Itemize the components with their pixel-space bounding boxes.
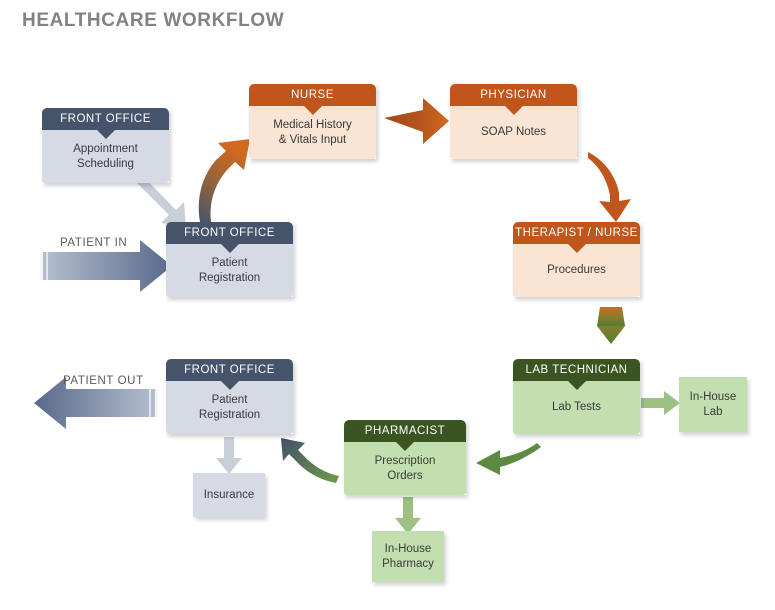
node-physician-soap[interactable]: PHYSICIAN SOAP Notes: [450, 84, 577, 159]
node-header-front-office: FRONT OFFICE: [166, 222, 293, 253]
node-header-physician: PHYSICIAN: [450, 84, 577, 115]
node-lab-technician-tests[interactable]: LAB TECHNICIAN Lab Tests: [513, 359, 640, 434]
node-header-therapist-nurse: THERAPIST / NURSE: [513, 222, 640, 253]
patient-out-label: PATIENT OUT: [63, 375, 144, 387]
arrow-registration-to-insurance: [216, 437, 242, 474]
workflow-diagram: HEALTHCARE WORKFLOW PATIENT IN PATIENT O…: [0, 0, 775, 610]
node-pharmacist-orders[interactable]: PHARMACIST Prescription Orders: [344, 420, 466, 495]
arrow-labtests-to-pharmacist: [476, 443, 541, 475]
box-insurance[interactable]: Insurance: [193, 473, 265, 517]
arrow-physician-to-therapist: [588, 152, 631, 222]
node-patient-registration-in[interactable]: FRONT OFFICE Patient Registration: [166, 222, 293, 297]
node-therapist-procedures[interactable]: THERAPIST / NURSE Procedures: [513, 222, 640, 297]
arrow-labtests-to-inhouselab: [641, 391, 680, 415]
node-header-nurse: NURSE: [249, 84, 376, 115]
arrow-procedures-to-labtests: [597, 307, 625, 344]
box-in-house-lab[interactable]: In-House Lab: [679, 377, 747, 432]
arrow-pharmacist-to-registration: [281, 438, 339, 483]
box-in-house-pharmacy[interactable]: In-House Pharmacy: [372, 531, 444, 582]
patient-in-label: PATIENT IN: [60, 237, 128, 249]
arrow-orders-to-inhousepharmacy: [395, 497, 421, 534]
node-patient-registration-out[interactable]: FRONT OFFICE Patient Registration: [166, 359, 293, 434]
node-header-front-office: FRONT OFFICE: [166, 359, 293, 390]
arrow-nurse-to-physician: [384, 98, 449, 144]
node-nurse-vitals[interactable]: NURSE Medical History & Vitals Input: [249, 84, 376, 159]
node-header-pharmacist: PHARMACIST: [344, 420, 466, 451]
arrow-registration-to-nurse: [198, 139, 250, 222]
connector-arrow-layer: [34, 98, 680, 534]
node-header-lab-technician: LAB TECHNICIAN: [513, 359, 640, 390]
node-appointment-scheduling[interactable]: FRONT OFFICE Appointment Scheduling: [42, 108, 169, 183]
node-header-front-office: FRONT OFFICE: [42, 108, 169, 139]
